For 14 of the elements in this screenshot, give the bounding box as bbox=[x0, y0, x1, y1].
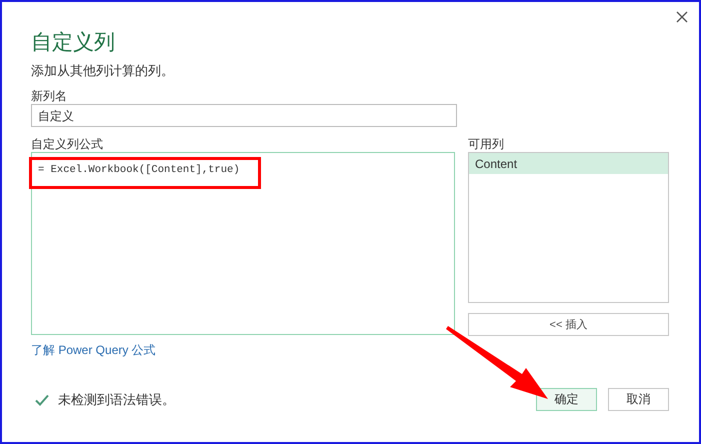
dialog-subtitle: 添加从其他列计算的列。 bbox=[31, 62, 175, 80]
cancel-button[interactable]: 取消 bbox=[608, 388, 669, 411]
dialog-title: 自定义列 bbox=[31, 30, 116, 56]
field-label: 自定义列公式 bbox=[31, 136, 104, 152]
column-list-item[interactable]: Content bbox=[469, 153, 668, 174]
list-label: 可用列 bbox=[468, 136, 505, 152]
insert-button[interactable]: << 插入 bbox=[468, 313, 669, 336]
ok-button[interactable]: 确定 bbox=[536, 388, 597, 411]
formula-text: = Excel.Workbook([Content],true) bbox=[38, 164, 240, 176]
status-text: 未检测到语法错误。 bbox=[58, 390, 175, 408]
field-label: 新列名 bbox=[31, 88, 68, 104]
formula-editor[interactable]: = Excel.Workbook([Content],true) bbox=[31, 152, 455, 335]
column-name-field[interactable]: 自定义 bbox=[31, 104, 457, 127]
help-link[interactable]: 了解 Power Query 公式 bbox=[31, 342, 156, 359]
